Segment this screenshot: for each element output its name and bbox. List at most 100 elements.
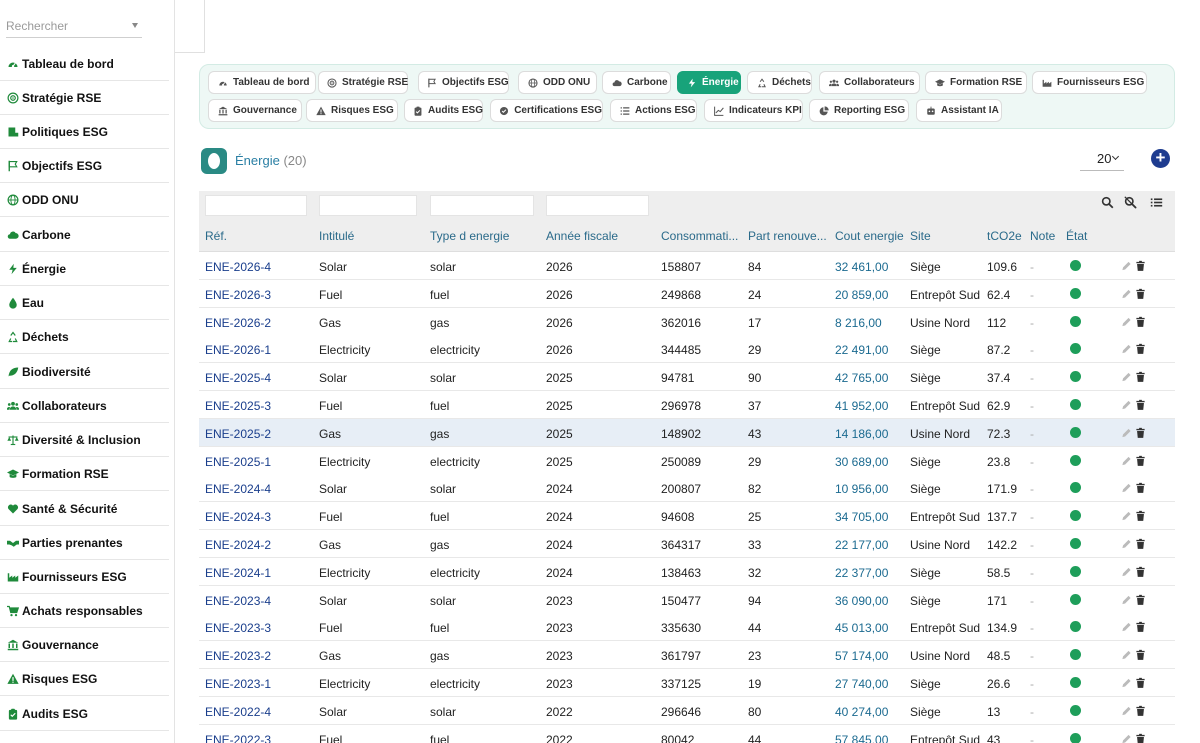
tab-gouvernance[interactable]: Gouvernance [208,99,302,122]
sidebar-item-biodiversite[interactable]: Biodiversité [0,355,169,389]
table-row[interactable]: ENE-2023-3 Fuel fuel 2023 335630 44 45 013,00 E… [199,613,1175,642]
trash-icon[interactable] [1135,509,1147,521]
sidebar-item-energie[interactable]: Énergie [0,252,169,286]
edit-icon[interactable] [1121,565,1133,577]
table-row[interactable]: ENE-2022-3 Fuel fuel 2022 80042 44 57 845,00 En… [199,724,1175,743]
tab-certifications-esg[interactable]: Certifications ESG [490,99,603,122]
column-header[interactable]: Site [910,229,931,243]
table-row[interactable]: ENE-2023-2 Gas gas 2023 361797 23 57 174,00 Usi… [199,641,1175,670]
record-link[interactable]: ENE-2024-1 [205,566,271,580]
sidebar-item-objectifs-esg[interactable]: Objectifs ESG [0,149,169,183]
table-row[interactable]: ENE-2023-1 Electricity electricity 2023 3371… [199,669,1175,697]
column-header[interactable]: Cout energie [835,229,904,243]
trash-icon[interactable] [1135,704,1147,716]
table-row[interactable]: ENE-2025-3 Fuel fuel 2025 296978 37 41 952,00 E… [199,391,1175,419]
sidebar-item-politiques-esg[interactable]: Politiques ESG [0,115,169,149]
sidebar-search-select[interactable]: Rechercher [6,14,142,38]
edit-icon[interactable] [1121,259,1133,271]
table-row[interactable]: ENE-2025-2 Gas gas 2025 148902 43 14 186,00 Usi… [199,418,1175,447]
edit-icon[interactable] [1121,342,1133,354]
table-row[interactable]: ENE-2023-4 Solar solar 2023 150477 94 36 090,0… [199,585,1175,614]
edit-icon[interactable] [1121,620,1133,632]
trash-icon[interactable] [1135,481,1147,494]
record-link[interactable]: ENE-2023-1 [205,677,271,691]
per-page-select[interactable]: 20 [1080,149,1124,171]
sidebar-item-dechets[interactable]: Déchets [0,320,169,354]
column-header[interactable]: État [1066,229,1087,243]
trash-icon[interactable] [1135,565,1147,577]
table-row[interactable]: ENE-2026-2 Gas gas 2026 362016 17 8 216,00 Usin… [199,307,1175,336]
trash-icon[interactable] [1135,593,1147,605]
tab-carbone[interactable]: Carbone [602,71,671,94]
filter-input-ref[interactable] [205,195,307,216]
edit-icon[interactable] [1121,481,1133,493]
sidebar-item-achats-responsables[interactable]: Achats responsables [0,594,169,628]
trash-icon[interactable] [1135,454,1147,466]
record-link[interactable]: ENE-2026-1 [205,343,271,357]
column-header[interactable]: Année fiscale [546,229,618,243]
tab-audits-esg[interactable]: Audits ESG [404,99,483,122]
column-header[interactable]: tCO2e [987,229,1022,243]
trash-icon[interactable] [1135,620,1147,633]
sidebar-item-parties-prenantes[interactable]: Parties prenantes [0,526,169,560]
trash-icon[interactable] [1135,315,1147,327]
sidebar-item-collaborateurs[interactable]: Collaborateurs [0,389,169,423]
record-link[interactable]: ENE-2025-2 [205,427,271,441]
sidebar-item-carbone[interactable]: Carbone [0,218,169,252]
record-link[interactable]: ENE-2025-3 [205,399,271,413]
edit-icon[interactable] [1121,648,1133,660]
edit-icon[interactable] [1121,398,1133,410]
table-row[interactable]: ENE-2024-1 Electricity electricity 2024 1384… [199,557,1175,586]
record-link[interactable]: ENE-2023-2 [205,649,271,663]
table-row[interactable]: ENE-2025-1 Electricity electricity 2025 2500… [199,446,1175,475]
record-link[interactable]: ENE-2025-1 [205,455,271,469]
sidebar-item-odd-onu[interactable]: ODD ONU [0,183,169,217]
trash-icon[interactable] [1135,676,1147,688]
edit-icon[interactable] [1121,315,1133,327]
column-header[interactable]: Intitulé [319,229,354,243]
sidebar-item-gouvernance[interactable]: Gouvernance [0,628,169,662]
column-header[interactable]: Réf. [205,229,227,243]
edit-icon[interactable] [1121,732,1133,743]
record-link[interactable]: ENE-2023-4 [205,594,271,608]
table-row[interactable]: ENE-2026-4 Solar solar 2026 158807 84 32 461,0… [199,252,1175,280]
record-link[interactable]: ENE-2026-4 [205,260,271,274]
trash-icon[interactable] [1135,342,1147,355]
table-row[interactable]: ENE-2024-2 Gas gas 2024 364317 33 22 177,00 Usi… [199,530,1175,558]
add-record-button[interactable]: + [1151,149,1170,168]
filter-input-intitule[interactable] [319,195,417,216]
tab-risques-esg[interactable]: Risques ESG [306,99,398,122]
trash-icon[interactable] [1135,370,1147,382]
search-icon[interactable] [1101,196,1115,210]
column-header[interactable]: Type d energie [430,229,509,243]
tab-objectifs-esg[interactable]: Objectifs ESG [418,71,509,94]
trash-icon[interactable] [1135,648,1147,660]
edit-icon[interactable] [1121,370,1133,382]
sidebar-item-diversite-inclusion[interactable]: Diversité & Inclusion [0,423,169,457]
filter-input-type[interactable] [430,195,534,216]
column-header[interactable]: Part renouve... [748,229,827,243]
record-link[interactable]: ENE-2024-3 [205,510,271,524]
record-link[interactable]: ENE-2022-4 [205,705,271,719]
edit-icon[interactable] [1121,509,1133,521]
table-row[interactable]: ENE-2022-4 Solar solar 2022 296646 80 40 274,0… [199,696,1175,725]
trash-icon[interactable] [1135,287,1147,299]
tab-dechets[interactable]: Déchets [747,71,812,94]
filter-input-annee[interactable] [546,195,649,216]
edit-icon[interactable] [1121,426,1133,438]
sidebar-item-sante-securite[interactable]: Santé & Sécurité [0,492,169,526]
tab-energie[interactable]: Énergie [677,71,741,94]
edit-icon[interactable] [1121,593,1133,605]
sidebar-item-strategie-rse[interactable]: Stratégie RSE [0,81,169,115]
record-link[interactable]: ENE-2022-3 [205,733,271,743]
record-link[interactable]: ENE-2026-3 [205,288,271,302]
tab-actions-esg[interactable]: Actions ESG [610,99,697,122]
tab-reporting-esg[interactable]: Reporting ESG [809,99,909,122]
list-columns-icon[interactable] [1150,196,1164,210]
sidebar-item-eau[interactable]: Eau [0,286,169,320]
sidebar-item-tableau-de-bord[interactable]: Tableau de bord [0,47,169,81]
edit-icon[interactable] [1121,454,1133,466]
table-row[interactable]: ENE-2025-4 Solar solar 2025 94781 90 42 765,00… [199,363,1175,392]
tab-odd-onu[interactable]: ODD ONU [518,71,597,94]
column-header[interactable]: Consommati... [661,229,738,243]
